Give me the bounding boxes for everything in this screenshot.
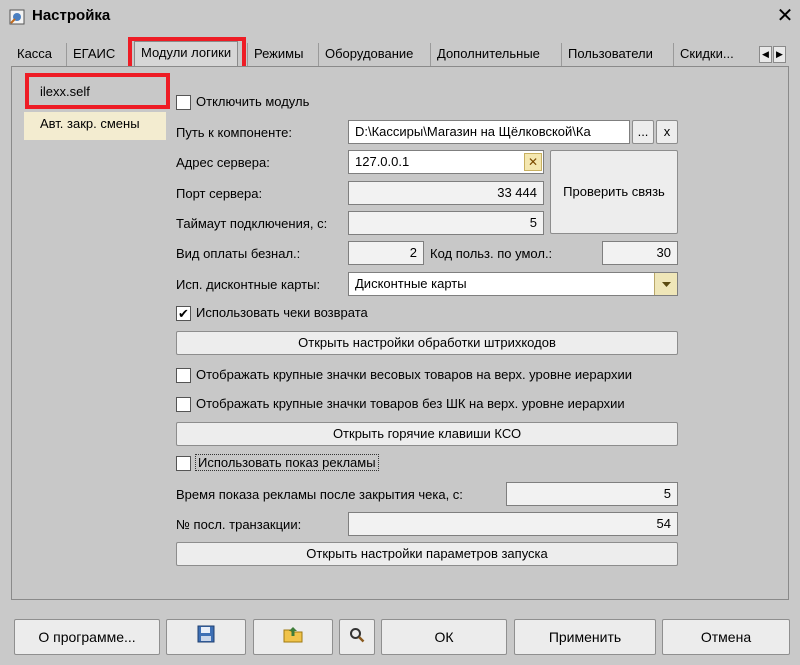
large-nobarcode-icons-checkbox[interactable] — [176, 397, 191, 412]
disable-module-checkbox[interactable] — [176, 95, 191, 110]
timeout-label: Таймаут подключения, с: — [176, 216, 328, 231]
show-ads-label: Использовать показ рекламы — [195, 454, 379, 471]
tab-egais[interactable]: ЕГАИС — [66, 43, 121, 67]
large-nobarcode-icons-label: Отображать крупные значки товаров без ШК… — [196, 396, 625, 411]
clear-path-button[interactable]: x — [656, 120, 678, 144]
tab-discounts[interactable]: Скидки... — [673, 43, 740, 67]
cancel-button[interactable]: Отмена — [662, 619, 790, 655]
discount-cards-label: Исп. дисконтные карты: — [176, 277, 321, 292]
save-button[interactable] — [166, 619, 246, 655]
barcode-settings-button[interactable]: Открыть настройки обработки штрихкодов — [176, 331, 678, 355]
search-button[interactable] — [339, 619, 375, 655]
discount-cards-select[interactable]: Дисконтные карты — [348, 272, 678, 296]
open-button[interactable] — [253, 619, 333, 655]
close-icon[interactable]: ✕ — [774, 5, 796, 27]
server-port-field[interactable]: 33 444 — [348, 181, 544, 205]
server-address-label: Адрес сервера: — [176, 155, 270, 170]
ad-time-field[interactable]: 5 — [506, 482, 678, 506]
component-path-label: Путь к компоненте: — [176, 125, 292, 140]
clear-address-icon[interactable]: ✕ — [524, 153, 542, 171]
large-weight-icons-label: Отображать крупные значки весовых товаро… — [196, 367, 632, 382]
module-item-auto-close-shift[interactable]: Авт. закр. смены — [24, 112, 166, 140]
tab-kassa[interactable]: Касса — [11, 43, 58, 67]
floppy-disk-icon — [197, 621, 215, 655]
tab-additional[interactable]: Дополнительные — [430, 43, 546, 67]
checkmark-icon: ✔ — [178, 306, 189, 321]
title-bar — [0, 0, 800, 34]
magnifier-icon — [349, 621, 365, 655]
tab-users[interactable]: Пользователи — [561, 43, 659, 67]
use-return-receipts-label: Использовать чеки возврата — [196, 305, 368, 320]
component-path-field[interactable]: D:\Кассиры\Магазин на Щёлковской\Ка — [348, 120, 630, 144]
launch-params-button[interactable]: Открыть настройки параметров запуска — [176, 542, 678, 566]
apply-button[interactable]: Применить — [514, 619, 656, 655]
chevron-down-icon[interactable] — [654, 273, 677, 295]
ad-time-label: Время показа рекламы после закрытия чека… — [176, 487, 463, 502]
server-port-label: Порт сервера: — [176, 186, 263, 201]
tab-equipment[interactable]: Оборудование — [318, 43, 419, 67]
timeout-field[interactable]: 5 — [348, 211, 544, 235]
show-ads-checkbox[interactable] — [176, 456, 191, 471]
noncash-type-field[interactable]: 2 — [348, 241, 424, 265]
disable-module-label: Отключить модуль — [196, 94, 310, 109]
tab-scroll-right-icon[interactable]: ▶ — [773, 46, 786, 63]
use-return-receipts-checkbox[interactable]: ✔ — [176, 306, 191, 321]
large-weight-icons-checkbox[interactable] — [176, 368, 191, 383]
noncash-type-label: Вид оплаты безнал.: — [176, 246, 301, 261]
about-button[interactable]: О программе... — [14, 619, 160, 655]
server-address-field[interactable]: 127.0.0.1 — [348, 150, 544, 174]
window-title: Настройка — [32, 7, 111, 24]
check-connection-button[interactable]: Проверить связь — [550, 150, 678, 234]
default-user-code-label: Код польз. по умол.: — [430, 246, 553, 261]
folder-upload-icon — [283, 621, 303, 655]
tab-scroll-left-icon[interactable]: ◀ — [759, 46, 772, 63]
highlight-box-module — [25, 73, 170, 109]
default-user-code-field[interactable]: 30 — [602, 241, 678, 265]
settings-app-icon — [8, 8, 26, 26]
last-transaction-field[interactable]: 54 — [348, 512, 678, 536]
ok-button[interactable]: ОК — [381, 619, 507, 655]
hotkeys-button[interactable]: Открыть горячие клавиши КСО — [176, 422, 678, 446]
tab-modes[interactable]: Режимы — [247, 43, 309, 67]
browse-button[interactable]: ... — [632, 120, 654, 144]
last-transaction-label: № посл. транзакции: — [176, 517, 302, 532]
